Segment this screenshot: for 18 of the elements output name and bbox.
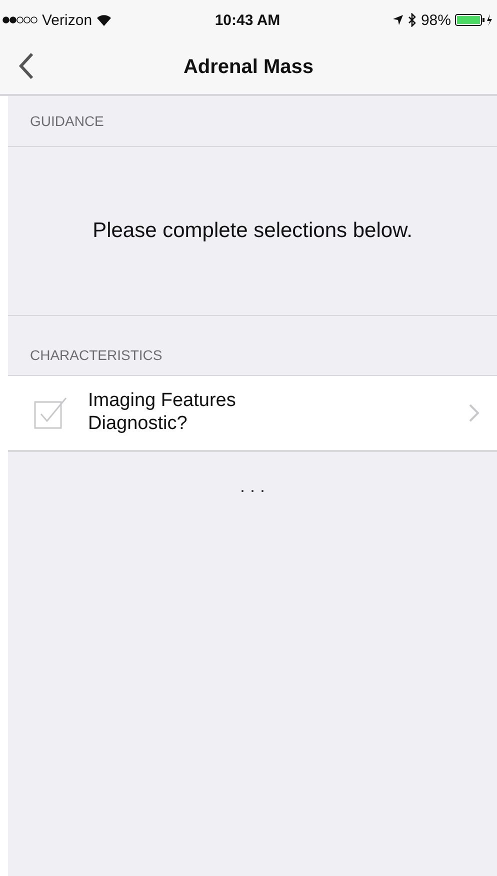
more-indicator: . . . — [240, 476, 265, 497]
battery-charging-icon — [455, 13, 493, 27]
wifi-icon — [96, 14, 112, 26]
checkbox[interactable] — [34, 396, 68, 430]
back-button[interactable] — [18, 52, 34, 80]
section-header: CHARACTERISTICS — [30, 347, 162, 363]
list-row[interactable]: Imaging Features Diagnostic? — [8, 376, 497, 452]
screen-title: Adrenal Mass — [183, 56, 314, 78]
location-arrow-icon — [392, 14, 404, 26]
carrier-name: Verizon — [42, 12, 92, 28]
status-time: 10:43 AM — [214, 12, 280, 28]
chevron-icon — [469, 404, 479, 422]
row-label: Imaging Features Diagnostic? — [88, 390, 237, 436]
section-header: GUIDANCE — [30, 113, 104, 129]
guidance-message: Please complete selections below. — [92, 219, 412, 243]
signal-icon — [2, 16, 38, 24]
battery-percentage: 98% — [420, 12, 451, 28]
bluetooth-icon — [408, 13, 417, 27]
